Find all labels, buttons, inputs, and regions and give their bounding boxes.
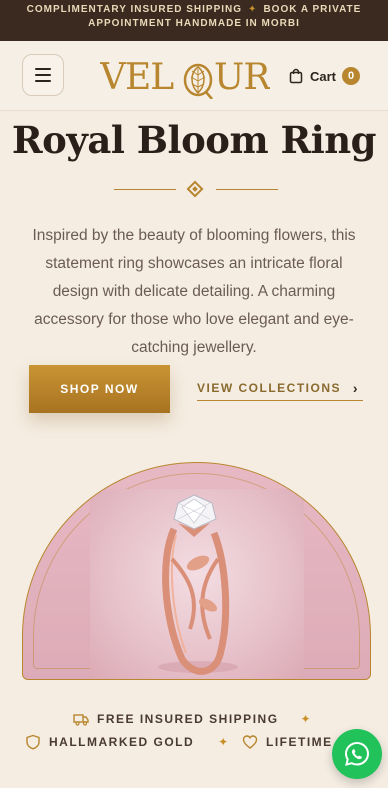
feature-shipping: FREE INSURED SHIPPING ✦ bbox=[73, 711, 312, 727]
announcement-bar: COMPLIMENTARY INSURED SHIPPING ✦ BOOK A PR… bbox=[0, 0, 388, 41]
veloura-logo-icon: VEL URA bbox=[99, 57, 297, 100]
page-title: Royal Bloom Ring bbox=[11, 118, 377, 162]
hamburger-icon-bar bbox=[35, 68, 51, 70]
heart-icon bbox=[242, 735, 258, 749]
ornament-divider bbox=[114, 180, 278, 198]
product-image-arch bbox=[22, 462, 371, 680]
whatsapp-chat-button[interactable] bbox=[332, 729, 382, 779]
ring-product-image bbox=[90, 489, 304, 679]
view-collections-label: VIEW COLLECTIONS bbox=[197, 381, 341, 395]
hamburger-icon-bar bbox=[35, 80, 51, 82]
divider-line bbox=[114, 189, 176, 190]
star-separator-icon: ✦ bbox=[300, 712, 313, 726]
view-collections-link[interactable]: VIEW COLLECTIONS › bbox=[197, 376, 363, 401]
star-separator-icon: ✦ bbox=[218, 735, 230, 749]
hamburger-icon-bar bbox=[35, 74, 51, 76]
svg-text:URA: URA bbox=[214, 57, 270, 98]
site-header: VEL URA Cart 0 bbox=[0, 41, 388, 111]
shield-icon bbox=[26, 734, 40, 750]
menu-button[interactable] bbox=[22, 54, 64, 96]
announcement-shipping: COMPLIMENTARY INSURED SHIPPING bbox=[26, 4, 243, 15]
brand-logo[interactable]: VEL URA bbox=[99, 53, 297, 100]
feature-hallmark: HALLMARKED GOLD ✦ bbox=[25, 734, 230, 750]
shopping-bag-icon bbox=[289, 68, 303, 84]
diamond-icon bbox=[186, 180, 204, 198]
announcement-line-1: COMPLIMENTARY INSURED SHIPPING ✦ BOOK A PR… bbox=[0, 3, 388, 17]
chevron-right-icon: › bbox=[352, 380, 359, 396]
feature-hallmark-label: HALLMARKED GOLD bbox=[49, 735, 195, 749]
cart-count-badge: 0 bbox=[342, 67, 360, 85]
ring-illustration bbox=[158, 494, 238, 675]
divider-line bbox=[216, 189, 278, 190]
cart-button[interactable]: Cart 0 bbox=[288, 66, 360, 86]
truck-icon bbox=[73, 714, 89, 726]
announcement-separator: ✦ bbox=[248, 4, 258, 15]
cart-label: Cart bbox=[309, 68, 336, 84]
hero-description: Inspired by the beauty of blooming flowe… bbox=[32, 227, 356, 356]
announcement-appointment[interactable]: BOOK A PRIVATE bbox=[263, 4, 361, 15]
whatsapp-icon bbox=[344, 741, 370, 766]
svg-text:VEL: VEL bbox=[100, 57, 174, 98]
features-strip: FREE INSURED SHIPPING ✦ HALLMARKED GOLD … bbox=[0, 708, 388, 778]
announcement-line-2[interactable]: APPOINTMENT HANDMADE IN MORBI bbox=[0, 17, 388, 31]
feature-shipping-label: FREE INSURED SHIPPING bbox=[97, 712, 279, 726]
shop-now-button[interactable]: SHOP NOW bbox=[29, 365, 170, 413]
